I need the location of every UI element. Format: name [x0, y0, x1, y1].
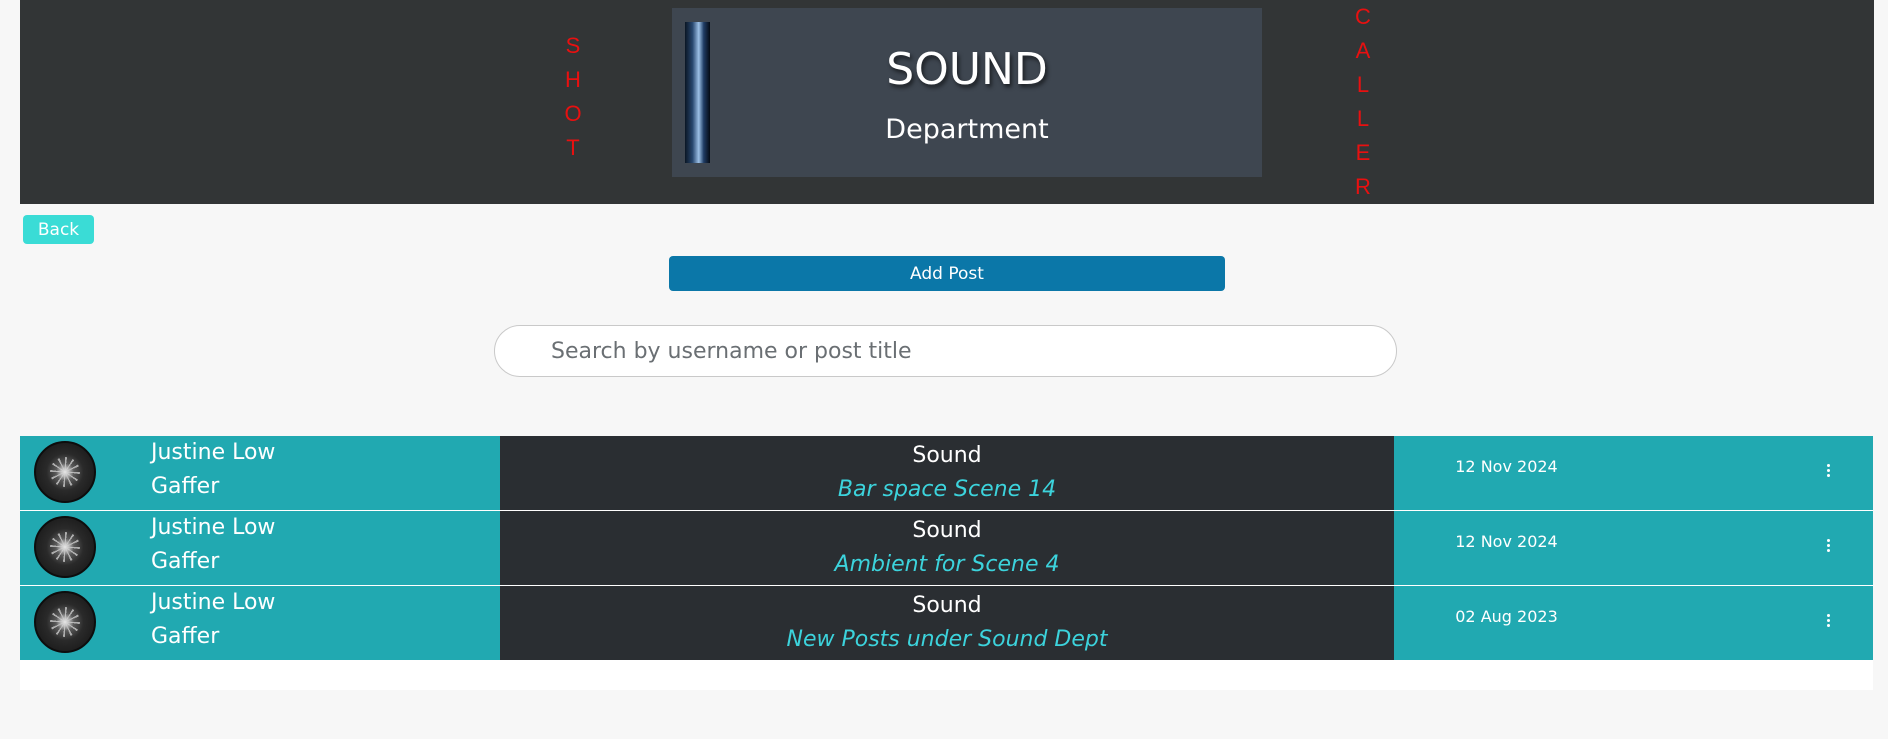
post-user-role: Gaffer	[151, 549, 220, 574]
user-avatar[interactable]	[34, 591, 96, 653]
post-content[interactable]: Sound Ambient for Scene 4	[500, 511, 1394, 585]
search-input[interactable]	[494, 325, 1397, 377]
post-title[interactable]: Ambient for Scene 4	[500, 552, 1394, 577]
department-banner: SOUND Department	[672, 8, 1262, 177]
post-row[interactable]: Justine Low Gaffer Sound Bar space Scene…	[20, 436, 1873, 510]
shot-letter: T	[566, 135, 580, 160]
post-row[interactable]: Justine Low Gaffer Sound Ambient for Sce…	[20, 511, 1873, 585]
post-user-name: Justine Low	[151, 590, 276, 615]
caller-letter: E	[1355, 140, 1371, 165]
post-user-name: Justine Low	[151, 515, 276, 540]
add-post-button[interactable]: Add Post	[669, 256, 1225, 291]
post-user-role: Gaffer	[151, 624, 220, 649]
caller-letter: C	[1355, 4, 1371, 29]
banner-title: SOUND	[886, 44, 1048, 95]
post-department: Sound	[912, 593, 982, 618]
shot-letter: H	[565, 67, 581, 92]
user-avatar[interactable]	[34, 441, 96, 503]
more-vertical-icon[interactable]	[1823, 539, 1833, 557]
post-user-role: Gaffer	[151, 474, 220, 499]
post-list: Justine Low Gaffer Sound Bar space Scene…	[20, 436, 1873, 690]
post-row[interactable]: Justine Low Gaffer Sound New Posts under…	[20, 586, 1873, 660]
caller-letter: A	[1355, 38, 1371, 63]
post-date: 12 Nov 2024	[1455, 457, 1558, 476]
post-department: Sound	[912, 443, 982, 468]
header-bar: S H O T SOUND Department C A L L E R	[20, 0, 1874, 204]
shot-letter: O	[564, 101, 582, 126]
caller-letter: L	[1356, 72, 1370, 97]
user-avatar[interactable]	[34, 516, 96, 578]
caller-letter: L	[1356, 106, 1370, 131]
post-content[interactable]: Sound New Posts under Sound Dept	[500, 586, 1394, 660]
post-date: 12 Nov 2024	[1455, 532, 1558, 551]
caller-letter: R	[1355, 174, 1371, 199]
post-title[interactable]: New Posts under Sound Dept	[500, 627, 1394, 652]
post-title[interactable]: Bar space Scene 14	[500, 477, 1394, 502]
shot-vertical-text: S H O T	[558, 29, 588, 165]
shot-letter: S	[565, 33, 581, 58]
more-vertical-icon[interactable]	[1823, 614, 1833, 632]
more-vertical-icon[interactable]	[1823, 464, 1833, 482]
banner-subtitle: Department	[885, 114, 1049, 145]
post-content[interactable]: Sound Bar space Scene 14	[500, 436, 1394, 510]
post-date: 02 Aug 2023	[1455, 607, 1558, 626]
back-button[interactable]: Back	[23, 215, 94, 244]
caller-vertical-text: C A L L E R	[1348, 0, 1378, 204]
post-user-name: Justine Low	[151, 440, 276, 465]
post-department: Sound	[912, 518, 982, 543]
